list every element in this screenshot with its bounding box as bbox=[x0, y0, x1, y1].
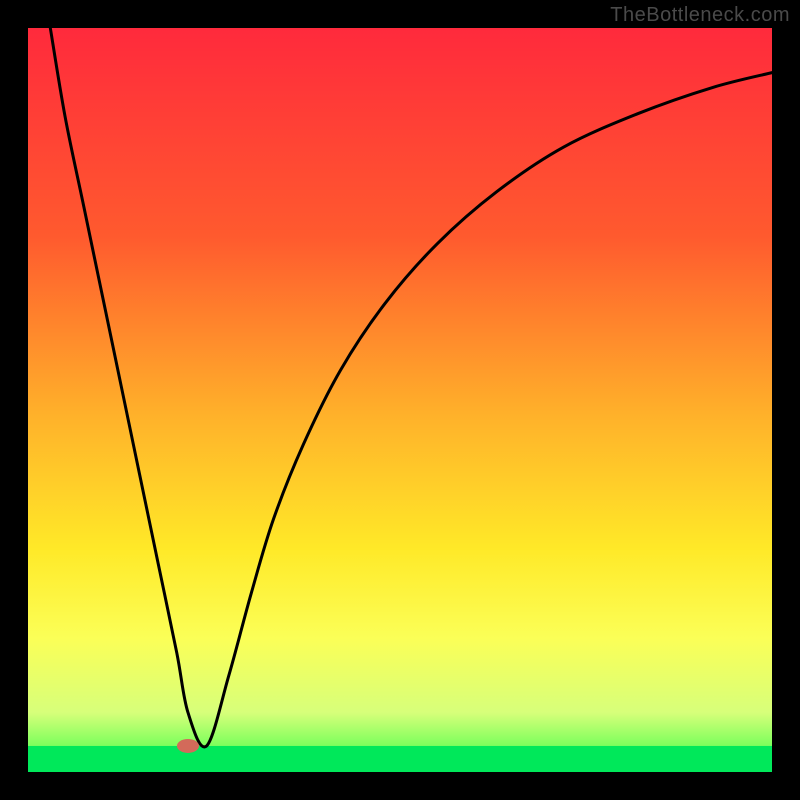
optimum-marker bbox=[177, 739, 199, 753]
green-band bbox=[28, 746, 772, 772]
plot-background bbox=[28, 28, 772, 772]
watermark-text: TheBottleneck.com bbox=[610, 4, 790, 27]
chart-container: TheBottleneck.com bbox=[0, 0, 800, 800]
bottleneck-chart bbox=[0, 0, 800, 800]
